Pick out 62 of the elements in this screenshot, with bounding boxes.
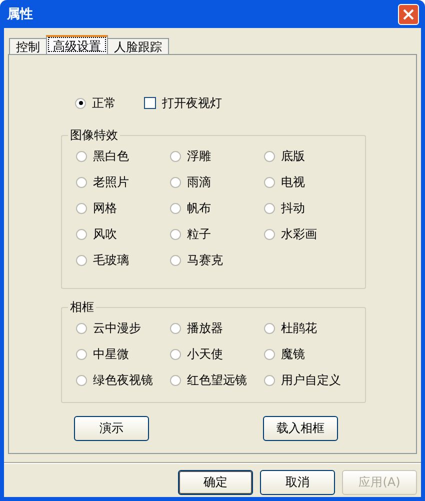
radio-button[interactable] — [264, 228, 275, 240]
checkbox-label: 打开夜视灯 — [162, 94, 222, 112]
radio-button[interactable] — [264, 322, 275, 334]
tab[interactable]: 控制 — [9, 38, 47, 54]
radio-label: 老照片 — [93, 174, 129, 190]
group-title: 图像特效 — [69, 127, 119, 144]
dialog-button[interactable]: 取消 — [260, 470, 335, 495]
radio-button[interactable] — [170, 176, 181, 188]
radio-label: 水彩画 — [281, 226, 317, 242]
radio-button[interactable] — [76, 228, 87, 240]
radio-label: 毛玻璃 — [93, 252, 129, 268]
radio-button[interactable] — [76, 150, 87, 162]
radio-label: 网格 — [93, 200, 117, 216]
radio-button[interactable] — [76, 322, 87, 334]
radio-button[interactable] — [170, 150, 181, 162]
radio-label: 杜鹃花 — [281, 320, 317, 336]
window-title: 属性 — [7, 6, 33, 23]
radio-button[interactable] — [170, 228, 181, 240]
radio-button[interactable] — [170, 202, 181, 214]
radio-button[interactable] — [76, 348, 87, 360]
tab[interactable]: 人脸跟踪 — [107, 38, 169, 54]
radio-button[interactable] — [264, 348, 275, 360]
radio-label: 云中漫步 — [93, 320, 141, 336]
radio-button[interactable] — [264, 150, 275, 162]
group-title: 相框 — [69, 299, 95, 316]
dialog-button[interactable]: 确定 — [178, 470, 253, 495]
radio-label: 小天使 — [187, 346, 223, 362]
radio-button[interactable] — [170, 322, 181, 334]
radio-label: 浮雕 — [187, 148, 211, 164]
radio-label: 播放器 — [187, 320, 223, 336]
radio-button[interactable] — [76, 374, 87, 386]
radio-button[interactable] — [170, 254, 181, 266]
close-button[interactable] — [398, 4, 419, 24]
radio-label: 马赛克 — [187, 252, 223, 268]
radio-button[interactable] — [76, 254, 87, 266]
radio-button[interactable] — [264, 374, 275, 386]
radio-label: 中星微 — [93, 346, 129, 362]
radio-label: 风吹 — [93, 226, 117, 242]
checkbox[interactable] — [144, 97, 156, 109]
radio-label: 绿色夜视镜 — [93, 372, 153, 388]
tab[interactable]: 高级设置 — [46, 35, 108, 54]
radio-label: 魔镜 — [281, 346, 305, 362]
radio-label: 红色望远镜 — [187, 372, 247, 388]
radio-button[interactable] — [170, 348, 181, 360]
radio-label: 正常 — [92, 94, 116, 112]
radio-button[interactable] — [264, 176, 275, 188]
radio-button[interactable] — [170, 374, 181, 386]
radio-label: 帆布 — [187, 200, 211, 216]
radio-label: 底版 — [281, 148, 305, 164]
radio-button[interactable] — [264, 202, 275, 214]
radio-label: 抖动 — [281, 200, 305, 216]
radio-label: 黑白色 — [93, 148, 129, 164]
radio-button[interactable] — [75, 98, 86, 108]
radio-label: 用户自定义 — [281, 372, 341, 388]
radio-button[interactable] — [76, 202, 87, 214]
radio-label: 电视 — [281, 174, 305, 190]
radio-label: 雨滴 — [187, 174, 211, 190]
action-button[interactable]: 载入相框 — [263, 416, 338, 441]
action-button[interactable]: 演示 — [74, 416, 149, 441]
radio-button[interactable] — [76, 176, 87, 188]
close-icon — [403, 8, 414, 20]
radio-label: 粒子 — [187, 226, 211, 242]
